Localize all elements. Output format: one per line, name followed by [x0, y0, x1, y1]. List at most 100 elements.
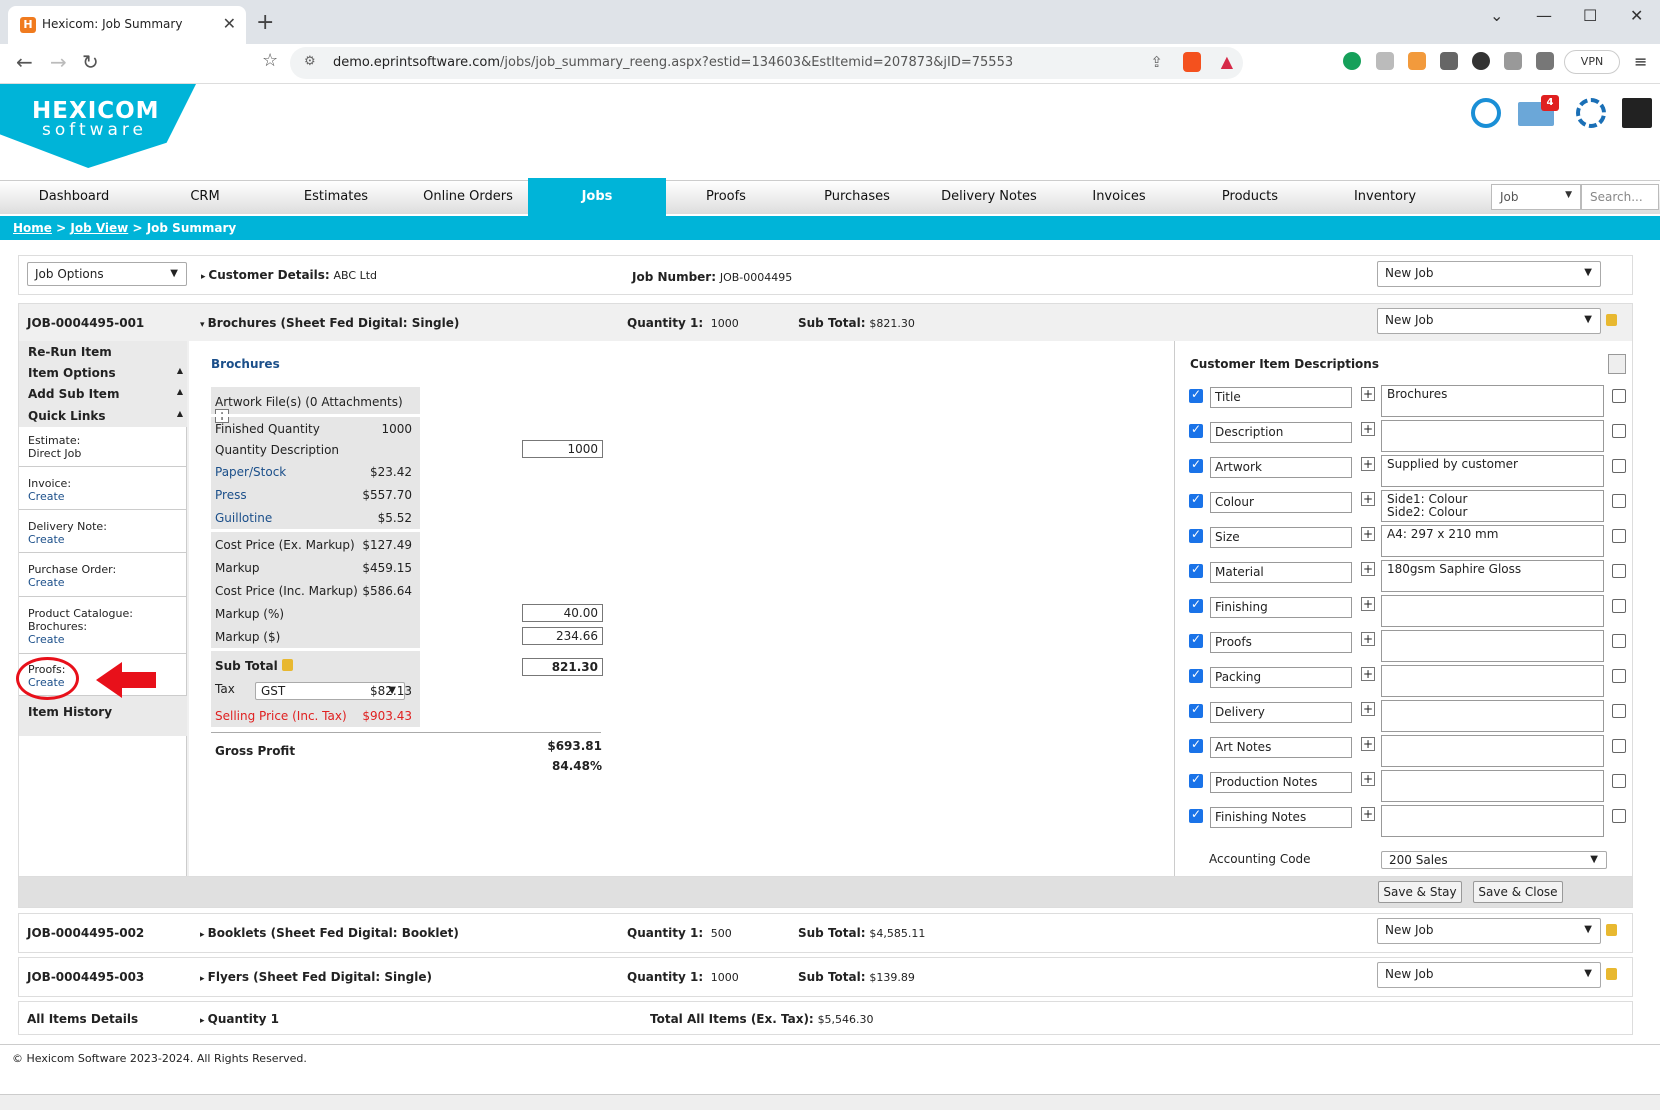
- add-plus-icon[interactable]: +: [1361, 597, 1375, 611]
- add-plus-icon[interactable]: +: [1361, 807, 1375, 821]
- breadcrumb-home-link[interactable]: Home: [13, 221, 52, 235]
- include-checkbox[interactable]: [1189, 457, 1203, 473]
- description-value-field[interactable]: [1381, 420, 1604, 452]
- description-value-field[interactable]: [1381, 630, 1604, 662]
- add-plus-icon[interactable]: +: [1361, 667, 1375, 681]
- item-options-toggle[interactable]: Item Options ▲: [28, 366, 183, 380]
- wallet-icon[interactable]: [1536, 52, 1554, 70]
- search-input[interactable]: Search...: [1581, 184, 1659, 210]
- description-value-field[interactable]: [1381, 700, 1604, 732]
- description-value-field[interactable]: Side1: Colour Side2: Colour: [1381, 490, 1604, 522]
- accounting-code-select[interactable]: 200 Sales ▼: [1381, 851, 1607, 869]
- search-type-select[interactable]: Job ▼: [1491, 184, 1581, 210]
- description-value-field[interactable]: Supplied by customer: [1381, 455, 1604, 487]
- add-plus-icon[interactable]: +: [1361, 527, 1375, 541]
- menu-inventory[interactable]: Inventory: [1320, 180, 1450, 214]
- horizontal-scrollbar[interactable]: [0, 1094, 1660, 1110]
- add-sub-item-toggle[interactable]: Add Sub Item ▲: [28, 387, 183, 401]
- description-label-field[interactable]: Artwork: [1210, 457, 1352, 478]
- menu-products[interactable]: Products: [1186, 180, 1314, 214]
- description-value-field[interactable]: 180gsm Saphire Gloss: [1381, 560, 1604, 592]
- reload-icon[interactable]: ↻: [82, 50, 99, 74]
- row-select-checkbox[interactable]: [1612, 599, 1626, 613]
- item-name[interactable]: ▸ Flyers (Sheet Fed Digital: Single): [200, 970, 432, 984]
- back-icon[interactable]: ←: [16, 50, 33, 74]
- search-extension-icon[interactable]: [1472, 52, 1490, 70]
- row-select-checkbox[interactable]: [1612, 564, 1626, 578]
- item-name[interactable]: ▸ Booklets (Sheet Fed Digital: Booklet): [200, 926, 459, 940]
- description-label-field[interactable]: Delivery: [1210, 702, 1352, 723]
- description-label-field[interactable]: Art Notes: [1210, 737, 1352, 758]
- row-select-checkbox[interactable]: [1612, 774, 1626, 788]
- browser-menu-icon[interactable]: ≡: [1634, 52, 1647, 71]
- add-plus-icon[interactable]: +: [1361, 457, 1375, 471]
- description-label-field[interactable]: Colour: [1210, 492, 1352, 513]
- extensions-puzzle-icon[interactable]: [1504, 52, 1522, 70]
- vpn-button[interactable]: VPN: [1564, 50, 1620, 74]
- forward-icon[interactable]: →: [50, 50, 67, 74]
- new-tab-icon[interactable]: +: [256, 10, 274, 35]
- maximize-icon[interactable]: ☐: [1583, 6, 1597, 25]
- lock-icon[interactable]: [1606, 968, 1617, 980]
- include-checkbox[interactable]: [1189, 527, 1203, 543]
- include-checkbox[interactable]: [1189, 807, 1203, 823]
- include-checkbox[interactable]: [1189, 597, 1203, 613]
- menu-purchases[interactable]: Purchases: [792, 180, 922, 214]
- grammarly-extension-icon[interactable]: [1343, 52, 1361, 70]
- description-label-field[interactable]: Description: [1210, 422, 1352, 443]
- add-plus-icon[interactable]: +: [1361, 387, 1375, 401]
- address-bar[interactable]: ⚙ demo.eprintsoftware.com/jobs/job_summa…: [290, 47, 1243, 79]
- row-select-checkbox[interactable]: [1612, 529, 1626, 543]
- include-checkbox[interactable]: [1189, 772, 1203, 788]
- description-value-field[interactable]: A4: 297 x 210 mm: [1381, 525, 1604, 557]
- book-icon[interactable]: [1608, 354, 1626, 374]
- create-delivery-note-link[interactable]: Create: [28, 533, 107, 546]
- row-select-checkbox[interactable]: [1612, 424, 1626, 438]
- quick-links-toggle[interactable]: Quick Links ▲: [28, 409, 183, 423]
- markup-amount-input[interactable]: 234.66: [522, 627, 603, 645]
- description-label-field[interactable]: Material: [1210, 562, 1352, 583]
- description-label-field[interactable]: Title: [1210, 387, 1352, 408]
- press-link[interactable]: Press: [215, 488, 247, 502]
- add-plus-icon[interactable]: +: [1361, 492, 1375, 506]
- settings-gear-icon[interactable]: [1576, 98, 1606, 128]
- row-select-checkbox[interactable]: [1612, 389, 1626, 403]
- lock-icon[interactable]: [1606, 924, 1617, 936]
- cast-extension-icon[interactable]: [1440, 52, 1458, 70]
- item-status-select[interactable]: New Job ▼: [1377, 962, 1601, 988]
- include-checkbox[interactable]: [1189, 667, 1203, 683]
- subtotal-input[interactable]: 821.30: [522, 658, 603, 676]
- row-select-checkbox[interactable]: [1612, 739, 1626, 753]
- lock-icon[interactable]: [281, 659, 293, 671]
- paper-stock-link[interactable]: Paper/Stock: [215, 465, 286, 479]
- include-checkbox[interactable]: [1189, 702, 1203, 718]
- item-status-select[interactable]: New Job ▼: [1377, 918, 1601, 944]
- add-plus-icon[interactable]: +: [1361, 737, 1375, 751]
- create-catalogue-link[interactable]: Create: [28, 633, 133, 646]
- customer-details[interactable]: ▸ Customer Details: ABC Ltd: [201, 268, 377, 282]
- include-checkbox[interactable]: [1189, 387, 1203, 403]
- menu-dashboard[interactable]: Dashboard: [0, 180, 148, 214]
- brave-rewards-icon[interactable]: ▲: [1221, 52, 1233, 71]
- user-avatar[interactable]: [1622, 98, 1652, 128]
- add-plus-icon[interactable]: +: [1361, 562, 1375, 576]
- description-label-field[interactable]: Packing: [1210, 667, 1352, 688]
- share-icon[interactable]: ⇪: [1150, 53, 1163, 71]
- dashboard-chart-icon[interactable]: [1471, 98, 1501, 128]
- include-checkbox[interactable]: [1189, 562, 1203, 578]
- menu-estimates[interactable]: Estimates: [270, 180, 402, 214]
- close-tab-icon[interactable]: ✕: [223, 14, 236, 33]
- menu-crm[interactable]: CRM: [140, 180, 270, 214]
- metamask-extension-icon[interactable]: [1408, 52, 1426, 70]
- menu-delivery-notes[interactable]: Delivery Notes: [922, 180, 1056, 214]
- site-info-icon[interactable]: ⚙: [304, 54, 316, 69]
- item-name[interactable]: ▾ Brochures (Sheet Fed Digital: Single): [200, 316, 459, 330]
- guillotine-link[interactable]: Guillotine: [215, 511, 272, 525]
- include-checkbox[interactable]: [1189, 422, 1203, 438]
- include-checkbox[interactable]: [1189, 492, 1203, 508]
- description-value-field[interactable]: [1381, 665, 1604, 697]
- description-label-field[interactable]: Production Notes: [1210, 772, 1352, 793]
- brave-shields-icon[interactable]: [1183, 52, 1201, 72]
- menu-online-orders[interactable]: Online Orders: [402, 180, 534, 214]
- add-plus-icon[interactable]: +: [1361, 772, 1375, 786]
